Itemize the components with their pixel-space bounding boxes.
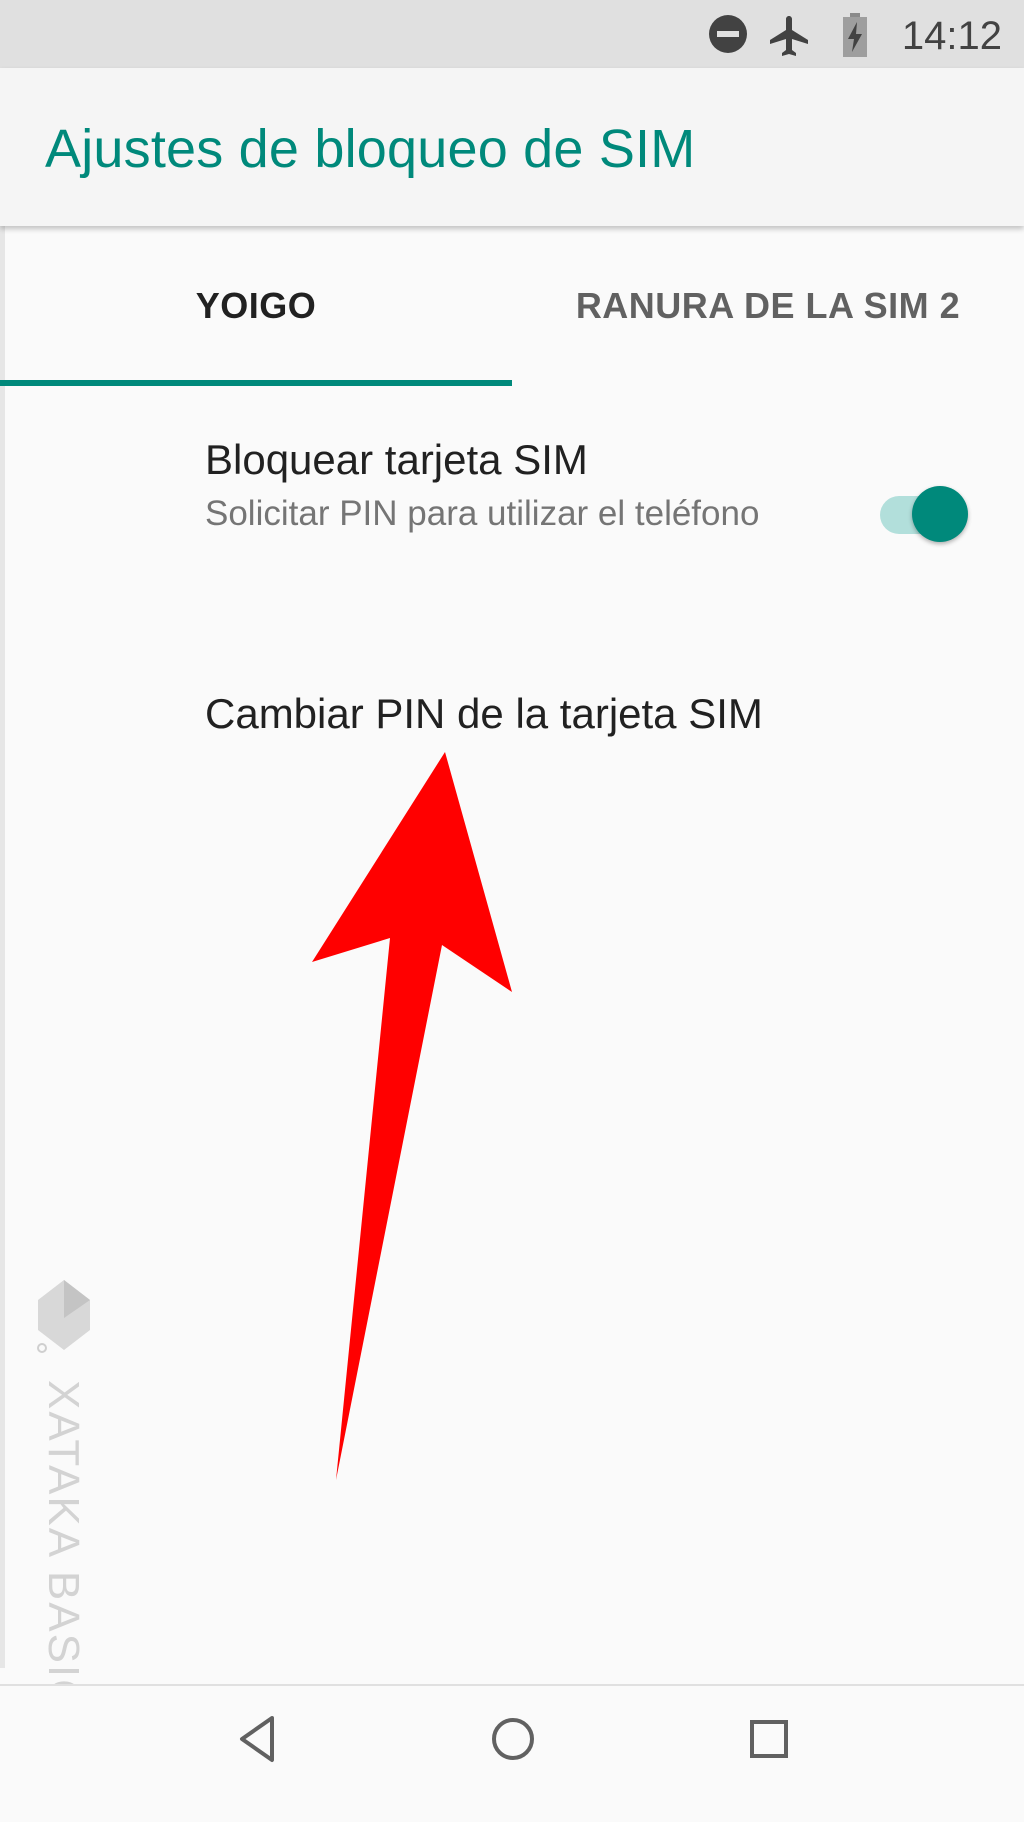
page-title: Ajustes de bloqueo de SIM xyxy=(45,119,696,179)
airplane-mode-icon xyxy=(766,12,814,65)
lock-sim-title: Bloquear tarjeta SIM xyxy=(205,436,588,483)
change-pin-preference[interactable]: Cambiar PIN de la tarjeta SIM xyxy=(205,690,763,738)
lock-sim-summary: Solicitar PIN para utilizar el teléfono xyxy=(205,494,760,533)
battery-charging-icon xyxy=(840,12,870,63)
red-arrow-annotation xyxy=(312,752,512,1480)
xataka-logo-icon xyxy=(34,1278,94,1363)
do-not-disturb-icon xyxy=(706,12,750,61)
navigation-bar xyxy=(0,1684,1024,1822)
home-icon[interactable] xyxy=(488,1712,538,1771)
switch-thumb xyxy=(912,486,968,542)
status-time: 14:12 xyxy=(901,14,1002,58)
lock-sim-switch[interactable] xyxy=(878,484,970,544)
recents-icon[interactable] xyxy=(744,1712,794,1771)
lock-sim-preference[interactable]: Bloquear tarjeta SIM Solicitar PIN para … xyxy=(205,436,765,537)
tab-indicator xyxy=(0,380,512,386)
app-bar: Ajustes de bloqueo de SIM xyxy=(0,68,1024,226)
back-icon[interactable] xyxy=(232,1712,282,1771)
status-bar: 14:12 xyxy=(0,0,1024,68)
tab-sim-2[interactable]: RANURA DE LA SIM 2 xyxy=(512,226,1024,386)
sim-tabs: YOIGO RANURA DE LA SIM 2 xyxy=(0,226,1024,386)
tab-yoigo[interactable]: YOIGO xyxy=(0,226,512,386)
